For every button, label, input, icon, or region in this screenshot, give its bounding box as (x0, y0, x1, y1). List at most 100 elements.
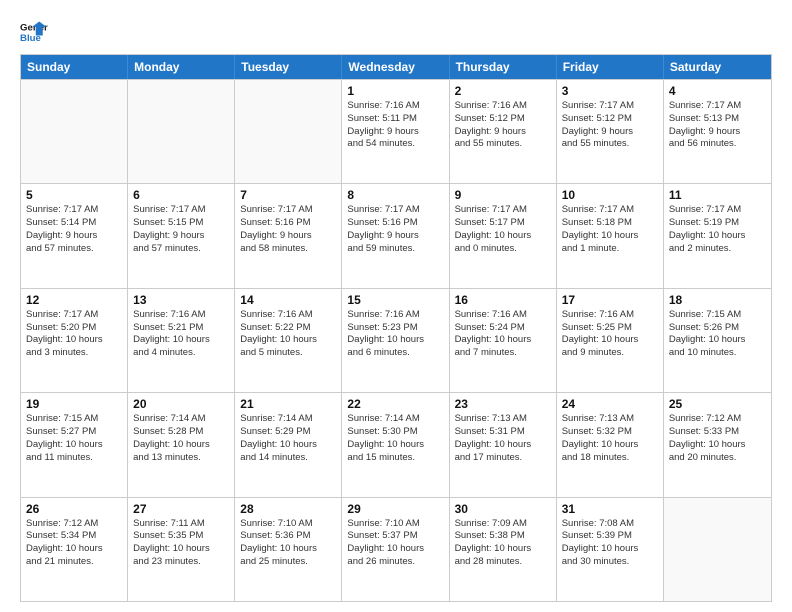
calendar-cell: 16 Sunrise: 7:16 AM Sunset: 5:24 PM Dayli… (450, 289, 557, 392)
calendar-row: 12 Sunrise: 7:17 AM Sunset: 5:20 PM Dayli… (21, 288, 771, 392)
day-info: Sunrise: 7:12 AM Sunset: 5:33 PM Dayligh… (669, 413, 766, 464)
day-info: Sunrise: 7:16 AM Sunset: 5:21 PM Dayligh… (133, 309, 229, 360)
calendar-cell: 23 Sunrise: 7:13 AM Sunset: 5:31 PM Dayli… (450, 393, 557, 496)
day-number: 31 (562, 502, 658, 516)
calendar-row: 1 Sunrise: 7:16 AM Sunset: 5:11 PM Daylig… (21, 79, 771, 183)
day-info: Sunrise: 7:14 AM Sunset: 5:29 PM Dayligh… (240, 413, 336, 464)
cal-header-day: Thursday (450, 55, 557, 79)
calendar: SundayMondayTuesdayWednesdayThursdayFrid… (20, 54, 772, 602)
day-number: 13 (133, 293, 229, 307)
calendar-row: 5Sunrise: 7:17 AM Sunset: 5:14 PM Daylig… (21, 183, 771, 287)
day-info: Sunrise: 7:16 AM Sunset: 5:23 PM Dayligh… (347, 309, 443, 360)
day-number: 22 (347, 397, 443, 411)
day-number: 14 (240, 293, 336, 307)
day-number: 23 (455, 397, 551, 411)
cal-header-day: Tuesday (235, 55, 342, 79)
cal-header-day: Saturday (664, 55, 771, 79)
day-info: Sunrise: 7:17 AM Sunset: 5:16 PM Dayligh… (347, 204, 443, 255)
day-number: 10 (562, 188, 658, 202)
cal-header-day: Monday (128, 55, 235, 79)
day-number: 7 (240, 188, 336, 202)
calendar-cell: 24 Sunrise: 7:13 AM Sunset: 5:32 PM Dayli… (557, 393, 664, 496)
day-number: 25 (669, 397, 766, 411)
calendar-cell: 2 Sunrise: 7:16 AM Sunset: 5:12 PM Daylig… (450, 80, 557, 183)
calendar-row: 26 Sunrise: 7:12 AM Sunset: 5:34 PM Dayli… (21, 497, 771, 601)
day-info: Sunrise: 7:17 AM Sunset: 5:13 PM Dayligh… (669, 100, 766, 151)
day-number: 16 (455, 293, 551, 307)
day-info: Sunrise: 7:08 AM Sunset: 5:39 PM Dayligh… (562, 518, 658, 569)
day-info: Sunrise: 7:17 AM Sunset: 5:17 PM Dayligh… (455, 204, 551, 255)
day-number: 19 (26, 397, 122, 411)
svg-text:General: General (20, 22, 48, 33)
day-info: Sunrise: 7:10 AM Sunset: 5:37 PM Dayligh… (347, 518, 443, 569)
calendar-cell (128, 80, 235, 183)
day-number: 5 (26, 188, 122, 202)
day-info: Sunrise: 7:16 AM Sunset: 5:11 PM Dayligh… (347, 100, 443, 151)
day-info: Sunrise: 7:16 AM Sunset: 5:22 PM Dayligh… (240, 309, 336, 360)
calendar-cell: 18Sunrise: 7:15 AM Sunset: 5:26 PM Dayli… (664, 289, 771, 392)
day-info: Sunrise: 7:16 AM Sunset: 5:25 PM Dayligh… (562, 309, 658, 360)
day-number: 15 (347, 293, 443, 307)
day-number: 26 (26, 502, 122, 516)
calendar-cell: 4Sunrise: 7:17 AM Sunset: 5:13 PM Daylig… (664, 80, 771, 183)
day-info: Sunrise: 7:16 AM Sunset: 5:12 PM Dayligh… (455, 100, 551, 151)
calendar-cell: 3 Sunrise: 7:17 AM Sunset: 5:12 PM Daylig… (557, 80, 664, 183)
day-info: Sunrise: 7:15 AM Sunset: 5:27 PM Dayligh… (26, 413, 122, 464)
day-info: Sunrise: 7:13 AM Sunset: 5:32 PM Dayligh… (562, 413, 658, 464)
calendar-cell: 6Sunrise: 7:17 AM Sunset: 5:15 PM Daylig… (128, 184, 235, 287)
calendar-cell: 29 Sunrise: 7:10 AM Sunset: 5:37 PM Dayli… (342, 498, 449, 601)
day-info: Sunrise: 7:10 AM Sunset: 5:36 PM Dayligh… (240, 518, 336, 569)
day-info: Sunrise: 7:17 AM Sunset: 5:16 PM Dayligh… (240, 204, 336, 255)
day-number: 27 (133, 502, 229, 516)
day-number: 2 (455, 84, 551, 98)
day-info: Sunrise: 7:17 AM Sunset: 5:20 PM Dayligh… (26, 309, 122, 360)
day-info: Sunrise: 7:15 AM Sunset: 5:26 PM Dayligh… (669, 309, 766, 360)
day-number: 28 (240, 502, 336, 516)
day-info: Sunrise: 7:11 AM Sunset: 5:35 PM Dayligh… (133, 518, 229, 569)
calendar-cell: 15 Sunrise: 7:16 AM Sunset: 5:23 PM Dayli… (342, 289, 449, 392)
day-number: 9 (455, 188, 551, 202)
day-info: Sunrise: 7:14 AM Sunset: 5:28 PM Dayligh… (133, 413, 229, 464)
calendar-cell: 30Sunrise: 7:09 AM Sunset: 5:38 PM Dayli… (450, 498, 557, 601)
day-info: Sunrise: 7:13 AM Sunset: 5:31 PM Dayligh… (455, 413, 551, 464)
calendar-cell: 12 Sunrise: 7:17 AM Sunset: 5:20 PM Dayli… (21, 289, 128, 392)
cal-header-day: Friday (557, 55, 664, 79)
day-number: 17 (562, 293, 658, 307)
day-number: 12 (26, 293, 122, 307)
calendar-cell: 25 Sunrise: 7:12 AM Sunset: 5:33 PM Dayli… (664, 393, 771, 496)
day-number: 1 (347, 84, 443, 98)
day-info: Sunrise: 7:12 AM Sunset: 5:34 PM Dayligh… (26, 518, 122, 569)
calendar-cell: 22 Sunrise: 7:14 AM Sunset: 5:30 PM Dayli… (342, 393, 449, 496)
logo: General Blue (20, 18, 48, 46)
calendar-cell: 8 Sunrise: 7:17 AM Sunset: 5:16 PM Daylig… (342, 184, 449, 287)
day-info: Sunrise: 7:17 AM Sunset: 5:12 PM Dayligh… (562, 100, 658, 151)
calendar-cell: 14 Sunrise: 7:16 AM Sunset: 5:22 PM Dayli… (235, 289, 342, 392)
day-info: Sunrise: 7:16 AM Sunset: 5:24 PM Dayligh… (455, 309, 551, 360)
calendar-row: 19 Sunrise: 7:15 AM Sunset: 5:27 PM Dayli… (21, 392, 771, 496)
day-number: 29 (347, 502, 443, 516)
calendar-body: 1 Sunrise: 7:16 AM Sunset: 5:11 PM Daylig… (21, 79, 771, 601)
calendar-cell (664, 498, 771, 601)
calendar-cell: 11 Sunrise: 7:17 AM Sunset: 5:19 PM Dayli… (664, 184, 771, 287)
calendar-cell (21, 80, 128, 183)
cal-header-day: Wednesday (342, 55, 449, 79)
day-number: 20 (133, 397, 229, 411)
calendar-header: SundayMondayTuesdayWednesdayThursdayFrid… (21, 55, 771, 79)
calendar-cell: 5Sunrise: 7:17 AM Sunset: 5:14 PM Daylig… (21, 184, 128, 287)
day-number: 8 (347, 188, 443, 202)
calendar-cell: 27 Sunrise: 7:11 AM Sunset: 5:35 PM Dayli… (128, 498, 235, 601)
calendar-cell: 7 Sunrise: 7:17 AM Sunset: 5:16 PM Daylig… (235, 184, 342, 287)
calendar-cell: 13 Sunrise: 7:16 AM Sunset: 5:21 PM Dayli… (128, 289, 235, 392)
day-number: 24 (562, 397, 658, 411)
day-info: Sunrise: 7:17 AM Sunset: 5:15 PM Dayligh… (133, 204, 229, 255)
day-number: 3 (562, 84, 658, 98)
day-number: 11 (669, 188, 766, 202)
day-info: Sunrise: 7:17 AM Sunset: 5:19 PM Dayligh… (669, 204, 766, 255)
logo-icon: General Blue (20, 18, 48, 46)
calendar-cell: 10Sunrise: 7:17 AM Sunset: 5:18 PM Dayli… (557, 184, 664, 287)
day-info: Sunrise: 7:14 AM Sunset: 5:30 PM Dayligh… (347, 413, 443, 464)
day-info: Sunrise: 7:09 AM Sunset: 5:38 PM Dayligh… (455, 518, 551, 569)
calendar-cell: 31 Sunrise: 7:08 AM Sunset: 5:39 PM Dayli… (557, 498, 664, 601)
day-number: 21 (240, 397, 336, 411)
calendar-cell: 21 Sunrise: 7:14 AM Sunset: 5:29 PM Dayli… (235, 393, 342, 496)
